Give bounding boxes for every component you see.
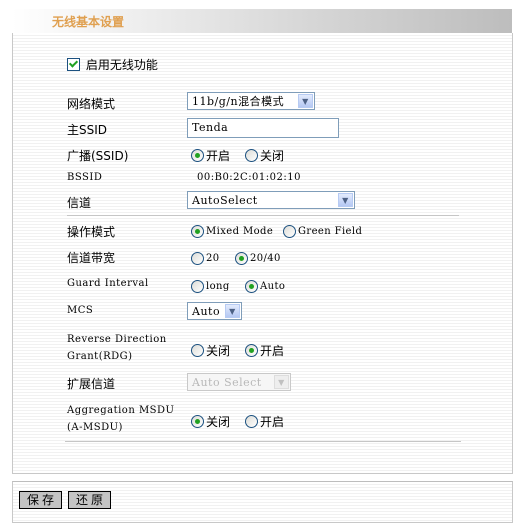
button-bar: 保存 还原 — [12, 481, 513, 523]
amsdu-on-label: 开启 — [260, 415, 285, 429]
mcs-value: Auto — [192, 305, 221, 318]
broadcast-off-label: 关闭 — [260, 149, 285, 163]
network-mode-value: 11b/g/n混合模式 — [192, 95, 285, 108]
rdg-on-label: 开启 — [260, 344, 285, 358]
amsdu-label-line1: Aggregation MSDU — [67, 405, 175, 416]
radio-unselected-icon[interactable] — [283, 225, 296, 238]
gi-auto-label: Auto — [260, 281, 286, 292]
rdg-label: Reverse Direction Grant(RDG) — [67, 331, 167, 365]
section-title: 无线基本设置 — [52, 15, 125, 29]
gi-long-label: long — [206, 281, 230, 292]
channel-label: 信道 — [67, 196, 92, 210]
chevron-down-icon[interactable]: ▼ — [225, 304, 240, 318]
amsdu-on-option[interactable]: 开启 — [245, 413, 284, 430]
chevron-down-icon[interactable]: ▼ — [338, 193, 353, 207]
radio-selected-icon[interactable] — [191, 415, 204, 428]
channel-bandwidth-label: 信道带宽 — [67, 251, 116, 265]
broadcast-on-option[interactable]: 开启 — [191, 147, 230, 164]
op-mode-mixed-label: Mixed Mode — [206, 226, 274, 237]
op-mode-mixed-option[interactable]: Mixed Mode — [191, 224, 273, 238]
op-mode-green-label: Green Field — [298, 226, 363, 237]
operation-mode-label: 操作模式 — [67, 225, 116, 239]
settings-panel: 启用无线功能 网络模式 11b/g/n混合模式 ▼ 主SSID Tenda 广播… — [12, 33, 513, 474]
radio-selected-icon[interactable] — [191, 225, 204, 238]
rdg-off-option[interactable]: 关闭 — [191, 342, 230, 359]
op-mode-green-option[interactable]: Green Field — [283, 224, 362, 238]
enable-wireless-checkbox-row[interactable]: 启用无线功能 — [67, 56, 158, 73]
section-header: 无线基本设置 — [12, 9, 512, 33]
radio-selected-icon[interactable] — [235, 252, 248, 265]
channel-value: AutoSelect — [192, 194, 258, 207]
main-ssid-input[interactable]: Tenda — [187, 118, 339, 138]
guard-interval-label: Guard Interval — [67, 278, 149, 289]
enable-wireless-checkbox[interactable] — [67, 58, 80, 71]
radio-unselected-icon[interactable] — [245, 149, 258, 162]
bw-20-label: 20 — [206, 253, 220, 264]
bw-2040-option[interactable]: 20/40 — [235, 251, 281, 265]
radio-selected-icon[interactable] — [191, 149, 204, 162]
amsdu-label-line2: (A-MSDU) — [67, 422, 123, 433]
mcs-select[interactable]: Auto ▼ — [187, 302, 242, 320]
amsdu-off-option[interactable]: 关闭 — [191, 413, 230, 430]
rdg-label-line2: Grant(RDG) — [67, 351, 133, 362]
restore-button[interactable]: 还原 — [68, 491, 111, 509]
divider — [67, 215, 459, 216]
gi-auto-option[interactable]: Auto — [245, 279, 285, 293]
extension-channel-select: Auto Select ▼ — [187, 373, 291, 391]
extension-channel-label: 扩展信道 — [67, 377, 116, 391]
save-button[interactable]: 保存 — [19, 491, 62, 509]
radio-selected-icon[interactable] — [245, 280, 258, 293]
bw-2040-label: 20/40 — [250, 253, 281, 264]
radio-unselected-icon[interactable] — [245, 415, 258, 428]
radio-unselected-icon[interactable] — [191, 280, 204, 293]
rdg-on-option[interactable]: 开启 — [245, 342, 284, 359]
broadcast-off-option[interactable]: 关闭 — [245, 147, 284, 164]
enable-wireless-label: 启用无线功能 — [85, 58, 158, 72]
radio-unselected-icon[interactable] — [191, 252, 204, 265]
rdg-off-label: 关闭 — [206, 344, 231, 358]
rdg-label-line1: Reverse Direction — [67, 334, 167, 345]
network-mode-select[interactable]: 11b/g/n混合模式 ▼ — [187, 92, 315, 110]
amsdu-label: Aggregation MSDU (A-MSDU) — [67, 402, 174, 436]
amsdu-off-label: 关闭 — [206, 415, 231, 429]
broadcast-ssid-label: 广播(SSID) — [67, 149, 129, 163]
chevron-down-icon[interactable]: ▼ — [298, 94, 313, 108]
extension-channel-value: Auto Select — [192, 376, 262, 389]
radio-selected-icon[interactable] — [245, 344, 258, 357]
radio-unselected-icon[interactable] — [191, 344, 204, 357]
divider — [65, 441, 461, 442]
bssid-value: 00:B0:2C:01:02:10 — [197, 172, 301, 183]
bw-20-option[interactable]: 20 — [191, 251, 220, 265]
network-mode-label: 网络模式 — [67, 97, 116, 111]
gi-long-option[interactable]: long — [191, 279, 230, 293]
mcs-label: MCS — [67, 305, 94, 316]
bssid-label: BSSID — [67, 172, 103, 183]
broadcast-on-label: 开启 — [206, 149, 231, 163]
main-ssid-label: 主SSID — [67, 123, 108, 137]
chevron-down-icon: ▼ — [274, 375, 289, 389]
channel-select[interactable]: AutoSelect ▼ — [187, 191, 355, 209]
